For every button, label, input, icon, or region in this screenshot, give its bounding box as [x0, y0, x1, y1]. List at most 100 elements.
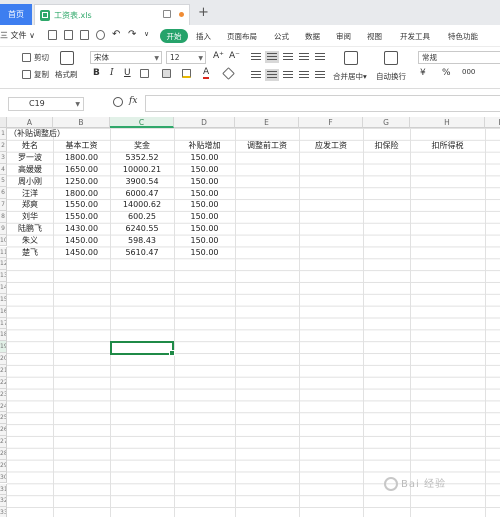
file-menu[interactable]: 三 文件 ∨	[0, 30, 35, 41]
header-base-salary[interactable]: 基本工资	[53, 140, 110, 152]
row-header[interactable]: 6	[0, 187, 7, 200]
cell-name[interactable]: 郑爽	[7, 199, 53, 211]
font-name-select[interactable]: 宋体 ▼	[90, 51, 162, 64]
merge-center-icon[interactable]	[344, 51, 358, 65]
highlight-icon[interactable]	[182, 69, 191, 78]
row-header[interactable]: 32	[0, 495, 7, 508]
row-header[interactable]: 20	[0, 353, 7, 365]
underline-button[interactable]: U	[124, 68, 131, 78]
header-allowance[interactable]: 补贴增加	[174, 140, 235, 152]
cell-base-salary[interactable]: 1450.00	[53, 247, 110, 259]
fill-color-icon[interactable]	[162, 69, 171, 78]
thousands-button[interactable]: 000	[462, 68, 475, 76]
cell-name[interactable]: 朱义	[7, 235, 53, 247]
home-tab[interactable]: 首页	[0, 4, 32, 25]
cell-name[interactable]: 罗一波	[7, 152, 53, 164]
row-header[interactable]: 27	[0, 436, 7, 448]
align-middle-icon[interactable]	[265, 51, 279, 63]
cell-allowance[interactable]: 150.00	[174, 223, 235, 235]
cell-allowance[interactable]: 150.00	[174, 152, 235, 164]
cell-name[interactable]: 刘华	[7, 211, 53, 223]
cut-button[interactable]: 剪切	[22, 52, 49, 63]
font-color-button[interactable]: A	[203, 68, 210, 79]
cell-bonus[interactable]: 10000.21	[110, 164, 174, 176]
export-pdf-icon[interactable]	[64, 30, 73, 40]
cell-base-salary[interactable]: 1800.00	[53, 152, 110, 164]
row-header[interactable]: 25	[0, 412, 7, 425]
cell-base-salary[interactable]: 1550.00	[53, 199, 110, 211]
row-header[interactable]: 5	[0, 175, 7, 188]
merge-center-button[interactable]: 合并居中 ▾	[333, 71, 367, 82]
row-header[interactable]: 2	[0, 139, 7, 152]
header-income-tax[interactable]: 扣所得税	[410, 140, 485, 152]
shrink-font-button[interactable]: A⁻	[229, 51, 240, 61]
row-header[interactable]: 1	[0, 128, 7, 140]
cell-allowance[interactable]: 150.00	[174, 247, 235, 259]
cell-allowance[interactable]: 150.00	[174, 188, 235, 200]
header-name[interactable]: 姓名	[7, 140, 53, 152]
format-painter-icon[interactable]	[60, 51, 74, 65]
row-header[interactable]: 30	[0, 471, 7, 484]
cell-name[interactable]: 汪洋	[7, 188, 53, 200]
selected-cell-c19[interactable]	[110, 341, 175, 356]
row-header[interactable]: 33	[0, 507, 7, 517]
align-top-icon[interactable]	[251, 53, 261, 61]
row-header[interactable]: 4	[0, 163, 7, 176]
row-header[interactable]: 3	[0, 151, 7, 164]
new-tab-button[interactable]: +	[198, 6, 209, 20]
cell-name[interactable]: 周小刚	[7, 176, 53, 188]
borders-icon[interactable]	[140, 69, 149, 78]
spreadsheet-grid[interactable]: A B C D E F G H I 1 2 3 4 5 6 7 8 9 10 11 12 13 14 15 1…	[0, 117, 500, 517]
column-header-b[interactable]: B	[53, 117, 110, 128]
header-pre-adjust[interactable]: 调整前工资	[235, 140, 299, 152]
menu-review[interactable]: 审阅	[336, 31, 351, 42]
format-painter-button[interactable]: 格式刷	[55, 69, 78, 80]
row-header[interactable]: 11	[0, 246, 7, 259]
cell-bonus[interactable]: 6000.47	[110, 188, 174, 200]
cell-name[interactable]: 高媛媛	[7, 164, 53, 176]
orientation-icon[interactable]	[299, 53, 309, 61]
grow-font-button[interactable]: A⁺	[213, 51, 224, 61]
clear-format-icon[interactable]	[222, 67, 235, 80]
fx-icon[interactable]: fx	[129, 96, 137, 106]
row-header[interactable]: 18	[0, 329, 7, 342]
font-size-select[interactable]: 12 ▼	[166, 51, 206, 64]
wrap-text-button[interactable]: 自动换行	[376, 71, 406, 82]
column-header-d[interactable]: D	[174, 117, 235, 128]
header-bonus[interactable]: 奖金	[110, 140, 174, 152]
column-header-c[interactable]: C	[110, 117, 174, 128]
cell-allowance[interactable]: 150.00	[174, 199, 235, 211]
wrap-text-icon[interactable]	[384, 51, 398, 65]
formula-input[interactable]	[145, 95, 500, 112]
cell-allowance[interactable]: 150.00	[174, 176, 235, 188]
cell-name[interactable]: 楚飞	[7, 247, 53, 259]
row-header[interactable]: 26	[0, 424, 7, 437]
row-header[interactable]: 21	[0, 365, 7, 377]
number-format-select[interactable]: 常规	[418, 51, 500, 64]
column-header-a[interactable]: A	[7, 117, 53, 128]
print-preview-icon[interactable]	[96, 30, 105, 40]
align-center-icon[interactable]	[265, 69, 279, 81]
justify-icon[interactable]	[299, 71, 309, 79]
name-box[interactable]: C19 ▼	[8, 97, 84, 111]
menu-view[interactable]: 视图	[367, 31, 382, 42]
row-header[interactable]: 16	[0, 305, 7, 318]
cell-allowance[interactable]: 150.00	[174, 164, 235, 176]
cell-base-salary[interactable]: 1650.00	[53, 164, 110, 176]
bold-button[interactable]: B	[93, 68, 100, 78]
copy-button[interactable]: 复制	[22, 69, 49, 80]
menu-developer[interactable]: 开发工具	[400, 31, 430, 42]
window-icon[interactable]	[163, 10, 171, 18]
menu-formulas[interactable]: 公式	[274, 31, 289, 42]
column-header-h[interactable]: H	[410, 117, 485, 128]
cell-name[interactable]: 陆鹏飞	[7, 223, 53, 235]
cell-bonus[interactable]: 3900.54	[110, 176, 174, 188]
redo-icon[interactable]: ↷	[128, 30, 137, 40]
column-header-i[interactable]: I	[485, 117, 500, 128]
cell-base-salary[interactable]: 1450.00	[53, 235, 110, 247]
currency-button[interactable]: ¥	[420, 68, 426, 78]
select-all-corner[interactable]	[0, 117, 7, 128]
cell-bonus[interactable]: 5352.52	[110, 152, 174, 164]
file-tab[interactable]: 工资表.xls	[34, 4, 190, 25]
row-header[interactable]: 22	[0, 376, 7, 389]
